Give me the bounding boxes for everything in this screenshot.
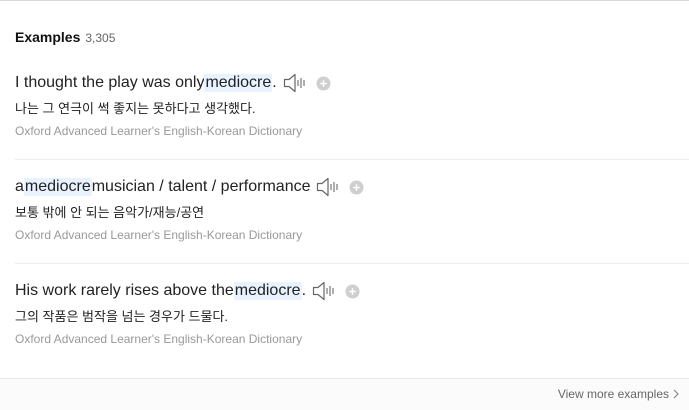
plus-circle-icon[interactable] xyxy=(316,75,331,91)
speaker-icon[interactable] xyxy=(283,73,307,93)
examples-header: Examples 3,305 xyxy=(15,29,115,45)
example-item: His work rarely rises above the mediocre… xyxy=(15,279,689,354)
example-translation: 그의 작품은 범작을 넘는 경우가 드물다. xyxy=(15,309,229,324)
example-sentence: a mediocre musician / talent / performan… xyxy=(15,175,365,199)
sentence-text: I thought the play was only xyxy=(15,74,205,91)
sentence-text: musician / talent / performance xyxy=(91,178,311,195)
view-more-examples-link[interactable]: View more examples xyxy=(558,387,679,401)
sentence-text: . xyxy=(272,74,277,91)
sentence-text: . xyxy=(301,282,307,299)
sentence-text: a xyxy=(15,178,24,195)
highlighted-word: mediocre xyxy=(23,178,92,196)
example-item: a mediocre musician / talent / performan… xyxy=(15,175,689,250)
example-sentence: His work rarely rises above the mediocre… xyxy=(15,279,360,303)
chevron-right-icon xyxy=(673,389,679,399)
examples-footer: View more examples xyxy=(0,378,689,410)
plus-circle-icon[interactable] xyxy=(349,179,365,195)
highlighted-word: mediocre xyxy=(204,74,273,92)
example-item: I thought the play was only mediocre. 나는… xyxy=(15,71,689,146)
sentence-text: His work rarely rises above the xyxy=(15,282,234,299)
example-sentence: I thought the play was only mediocre. xyxy=(15,71,331,95)
example-source: Oxford Advanced Learner's English-Korean… xyxy=(15,228,303,242)
plus-circle-icon[interactable] xyxy=(345,283,360,299)
top-divider xyxy=(0,0,689,1)
example-divider xyxy=(15,159,689,160)
speaker-icon[interactable] xyxy=(312,281,336,301)
example-source: Oxford Advanced Learner's English-Korean… xyxy=(15,332,303,346)
examples-title: Examples xyxy=(15,29,81,45)
examples-count: 3,305 xyxy=(85,31,116,45)
speaker-icon[interactable] xyxy=(316,177,340,197)
example-divider xyxy=(15,263,689,264)
example-translation: 보통 밖에 안 되는 음악가/재능/공연 xyxy=(15,205,205,220)
highlighted-word: mediocre xyxy=(233,282,302,300)
example-source: Oxford Advanced Learner's English-Korean… xyxy=(15,124,303,138)
example-translation: 나는 그 연극이 썩 좋지는 못하다고 생각했다. xyxy=(15,101,256,116)
view-more-label: View more examples xyxy=(557,387,669,401)
